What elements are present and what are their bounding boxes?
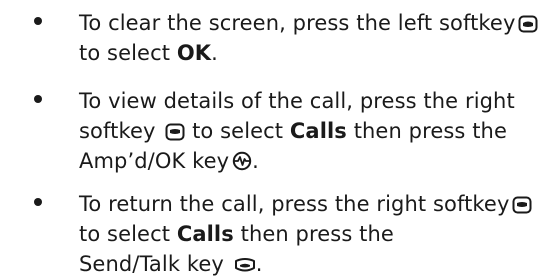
text-segment: To clear the screen, press the left soft… (79, 11, 516, 35)
text-segment: . (211, 41, 218, 65)
text-segment: . (252, 149, 259, 173)
bullet-dot (34, 17, 42, 25)
text-segment: then press the (353, 119, 507, 143)
amp-ok-key-icon (232, 151, 252, 171)
text-segment: Send/Talk key (79, 252, 224, 276)
text-segment: To return the call, press the right soft… (79, 192, 510, 216)
bold-term: OK (176, 41, 212, 65)
list-item-text: To return the call, press the right soft… (79, 189, 549, 279)
text-segment: to select (79, 222, 171, 246)
text-segment: Amp’d/OK key (79, 149, 230, 173)
text-segment: to select (192, 119, 284, 143)
text-segment: to select (79, 41, 171, 65)
text-segment: To view details of the call, press the r… (79, 89, 515, 113)
send-talk-key-icon (234, 256, 256, 274)
text-segment: . (255, 252, 263, 276)
bullet-dot (34, 95, 42, 103)
bold-term: Calls (289, 119, 347, 143)
left-softkey-icon (518, 15, 538, 33)
right-softkey-icon (512, 196, 532, 214)
text-segment: then press the (240, 222, 394, 246)
text-segment: softkey (79, 119, 156, 143)
right-softkey-icon (165, 123, 185, 141)
list-item-text: To view details of the call, press the r… (79, 86, 549, 176)
list-item-text: To clear the screen, press the left soft… (79, 8, 549, 68)
bullet-dot (34, 198, 42, 206)
bold-term: Calls (176, 222, 234, 246)
